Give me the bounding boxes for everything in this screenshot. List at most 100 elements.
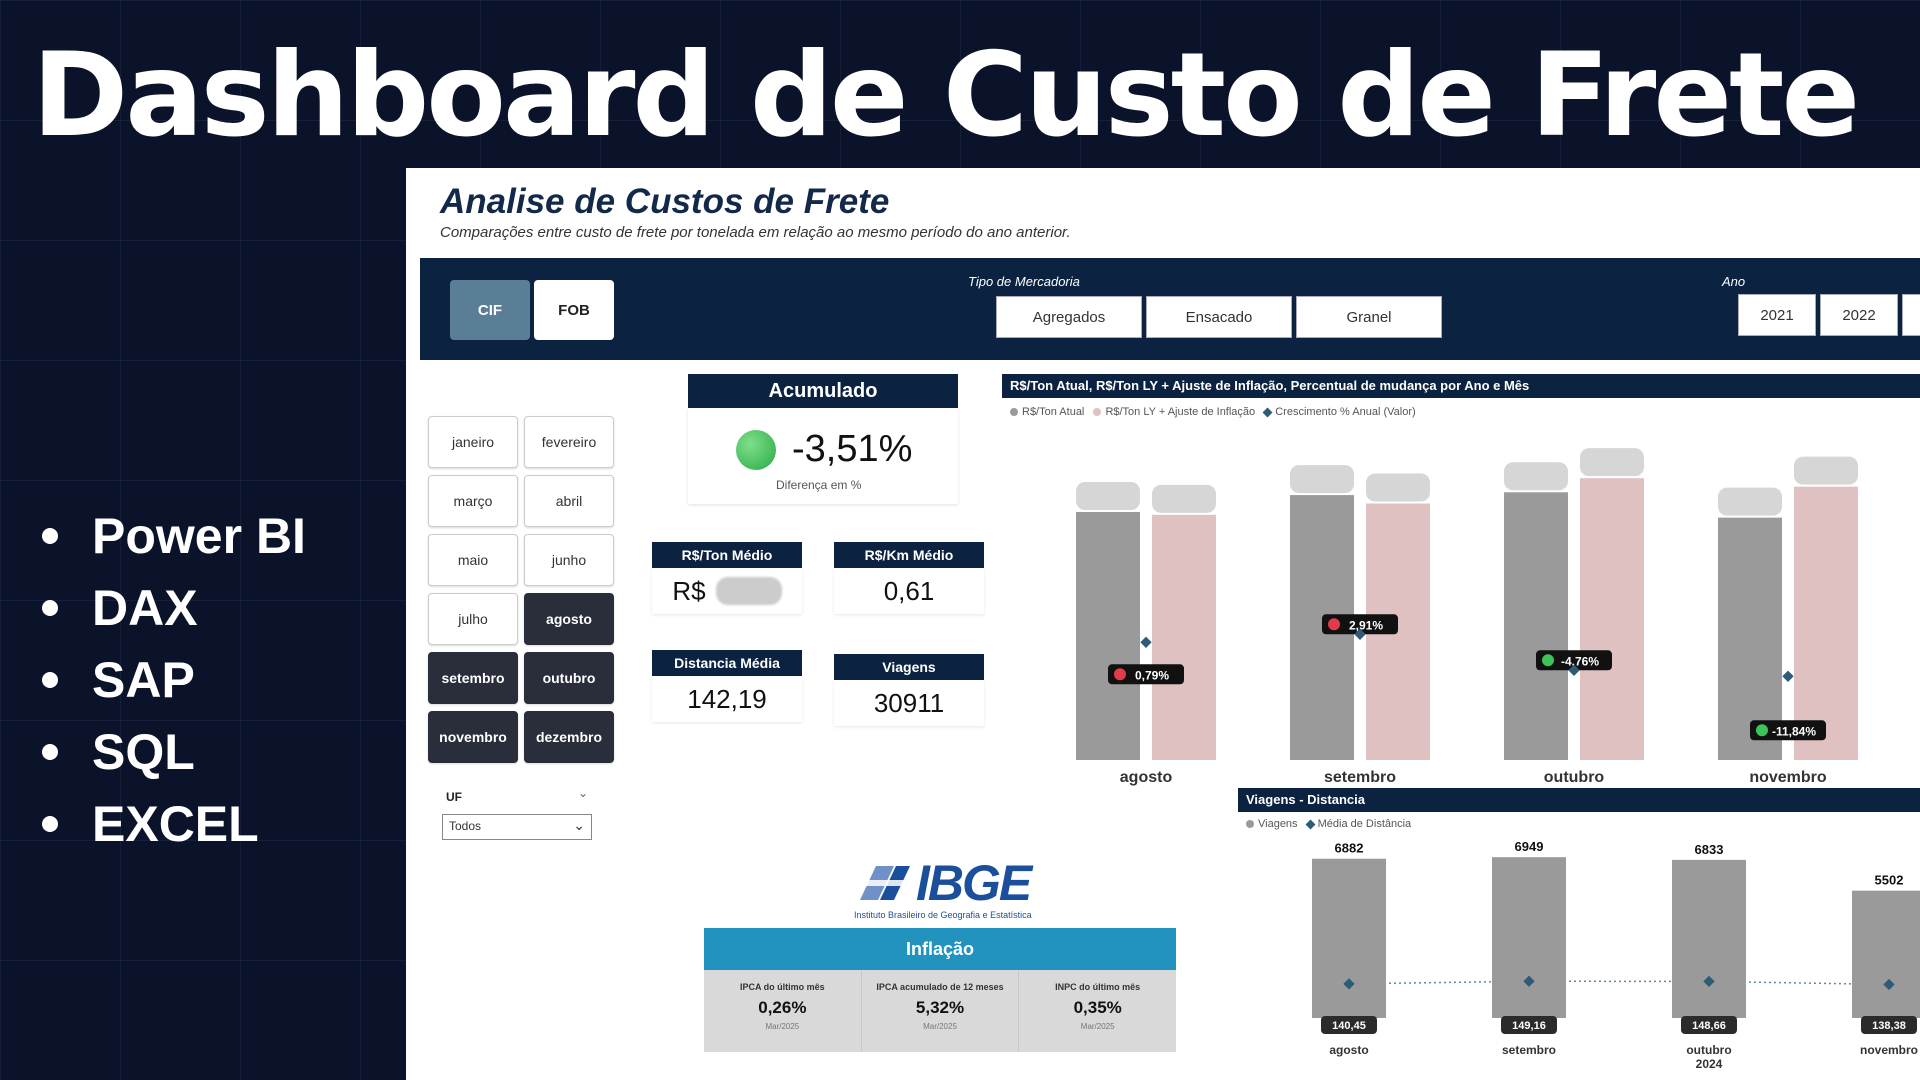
bar-ly: [1794, 486, 1858, 760]
ibge-logo: IBGE Instituto Brasileiro de Geografia e…: [854, 854, 1064, 924]
distance-label: 140,45: [1332, 1020, 1366, 1032]
distance-label: 149,16: [1512, 1020, 1546, 1032]
tech-item: EXCEL: [42, 788, 306, 860]
bar-viagens: [1312, 858, 1386, 1018]
growth-label: -11,84%: [1772, 724, 1816, 738]
month-abril[interactable]: abril: [524, 475, 614, 527]
ibge-text: IBGE: [916, 855, 1032, 911]
x-tick-label: outubro: [1544, 769, 1605, 786]
month-junho[interactable]: junho: [524, 534, 614, 586]
chart1-legend: R$/Ton Atual R$/Ton LY + Ajuste de Infla…: [1010, 406, 1416, 418]
x-tick-label: novembro: [1749, 769, 1827, 786]
month-dezembro[interactable]: dezembro: [524, 711, 614, 763]
bullet-icon: [42, 528, 58, 544]
kpi-viagens-label: Viagens: [834, 654, 984, 680]
kpi-km-medio-value: 0,61: [834, 568, 984, 614]
bar-value-label-redacted: [1290, 465, 1354, 494]
bullet-icon: [42, 600, 58, 616]
bar-value-label-redacted: [1504, 462, 1568, 491]
bar-value-label-redacted: [1580, 448, 1644, 477]
chart1-title: R$/Ton Atual, R$/Ton LY + Ajuste de Infl…: [1002, 374, 1920, 398]
filter-ensacado[interactable]: Ensacado: [1146, 296, 1292, 338]
x-year-label: 2024: [1696, 1057, 1723, 1071]
bullet-icon: [42, 816, 58, 832]
uf-label: UF: [446, 790, 462, 804]
month-outubro[interactable]: outubro: [524, 652, 614, 704]
x-tick-label: outubro: [1686, 1043, 1731, 1057]
chart2-legend: Viagens Média de Distância: [1246, 818, 1411, 830]
distance-label: 148,66: [1692, 1020, 1726, 1032]
tech-item: Power BI: [42, 500, 306, 572]
kpi-viagens-value: 30911: [834, 680, 984, 726]
growth-pill: 0,79%: [1108, 664, 1184, 685]
bar-value-label: 5502: [1875, 873, 1904, 888]
bullet-icon: [42, 744, 58, 760]
inflacao-table: IPCA do último mês 0,26% Mar/2025 IPCA a…: [704, 970, 1176, 1052]
distance-label: 138,38: [1872, 1020, 1906, 1032]
legend-dot-icon: [1246, 820, 1254, 829]
x-tick-label: agosto: [1120, 769, 1173, 786]
ton-comparison-chart: 0,79% agosto 2,91% setembro -4,76% outubro -11…: [1076, 448, 1858, 786]
ibge-mark-icon: [856, 866, 910, 900]
uf-select[interactable]: Todos ⌄: [442, 814, 592, 840]
growth-label: 2,91%: [1349, 618, 1383, 632]
acumulado-subtitle: Diferença em %: [776, 478, 862, 492]
dashboard-screenshot: Analise de Custos de Frete Comparações e…: [406, 168, 1920, 1080]
month-novembro[interactable]: novembro: [428, 711, 518, 763]
ibge-subtitle: Instituto Brasileiro de Geografia e Esta…: [854, 910, 1032, 920]
bar-value-label-redacted: [1366, 473, 1430, 502]
chevron-down-icon: ⌄: [573, 817, 585, 833]
month-fevereiro[interactable]: fevereiro: [524, 416, 614, 468]
distance-line: [1348, 980, 1890, 986]
legend-diamond-icon: [1305, 819, 1316, 830]
inflacao-item: IPCA acumulado de 12 meses 5,32% Mar/202…: [862, 970, 1020, 1052]
month-julho[interactable]: julho: [428, 593, 518, 645]
x-tick-label: setembro: [1502, 1043, 1556, 1057]
legend-dot-icon: [1010, 408, 1018, 417]
tech-item: SQL: [42, 716, 306, 788]
inflacao-title: Inflação: [704, 928, 1176, 970]
kpi-ton-medio-value: R$: [672, 575, 706, 606]
month-setembro[interactable]: setembro: [428, 652, 518, 704]
chevron-down-icon[interactable]: ⌄: [578, 786, 588, 800]
year-2022-button[interactable]: 2022: [1820, 294, 1898, 336]
bar-value-label: 6882: [1335, 841, 1364, 856]
month-maio[interactable]: maio: [428, 534, 518, 586]
bar-viagens: [1852, 890, 1920, 1018]
headline: Dashboard de Custo de Frete: [32, 28, 1860, 163]
growth-pill: -11,84%: [1750, 720, 1826, 741]
year-2021-button[interactable]: 2021: [1738, 294, 1816, 336]
status-dot-icon: [1114, 668, 1126, 681]
uf-select-value: Todos: [449, 819, 482, 833]
fob-button[interactable]: FOB: [534, 280, 614, 340]
bar-viagens: [1492, 857, 1566, 1018]
month-marco[interactable]: março: [428, 475, 518, 527]
x-tick-label: agosto: [1329, 1043, 1368, 1057]
filter-agregados[interactable]: Agregados: [996, 296, 1142, 338]
month-janeiro[interactable]: janeiro: [428, 416, 518, 468]
bar-viagens: [1672, 859, 1746, 1018]
redacted-value: [715, 577, 782, 605]
x-tick-label: novembro: [1860, 1043, 1918, 1057]
filter-bar: CIF FOB Tipo de Mercadoria Agregados Ens…: [420, 258, 1920, 360]
acumulado-value: -3,51%: [792, 428, 913, 470]
growth-marker: [1140, 636, 1152, 648]
kpi-distancia-value: 142,19: [652, 676, 802, 722]
year-next-button[interactable]: [1902, 294, 1920, 336]
ano-label: Ano: [1722, 274, 1746, 289]
technology-list: Power BI DAX SAP SQL EXCEL: [42, 500, 306, 860]
bar-value-label: 6833: [1695, 842, 1724, 857]
legend-diamond-icon: [1262, 407, 1273, 418]
bar-value-label-redacted: [1076, 482, 1140, 510]
bar-ly: [1152, 514, 1216, 760]
kpi-distancia-label: Distancia Média: [652, 650, 802, 676]
tech-item: DAX: [42, 572, 306, 644]
dashboard-title: Analise de Custos de Frete: [440, 182, 890, 221]
legend-dot-icon: [1093, 408, 1102, 417]
month-agosto[interactable]: agosto: [524, 593, 614, 645]
bar-value-label-redacted: [1794, 456, 1858, 485]
filter-granel[interactable]: Granel: [1296, 296, 1442, 338]
status-dot-icon: [736, 430, 776, 470]
acumulado-title: Acumulado: [688, 374, 958, 408]
cif-button[interactable]: CIF: [450, 280, 530, 340]
